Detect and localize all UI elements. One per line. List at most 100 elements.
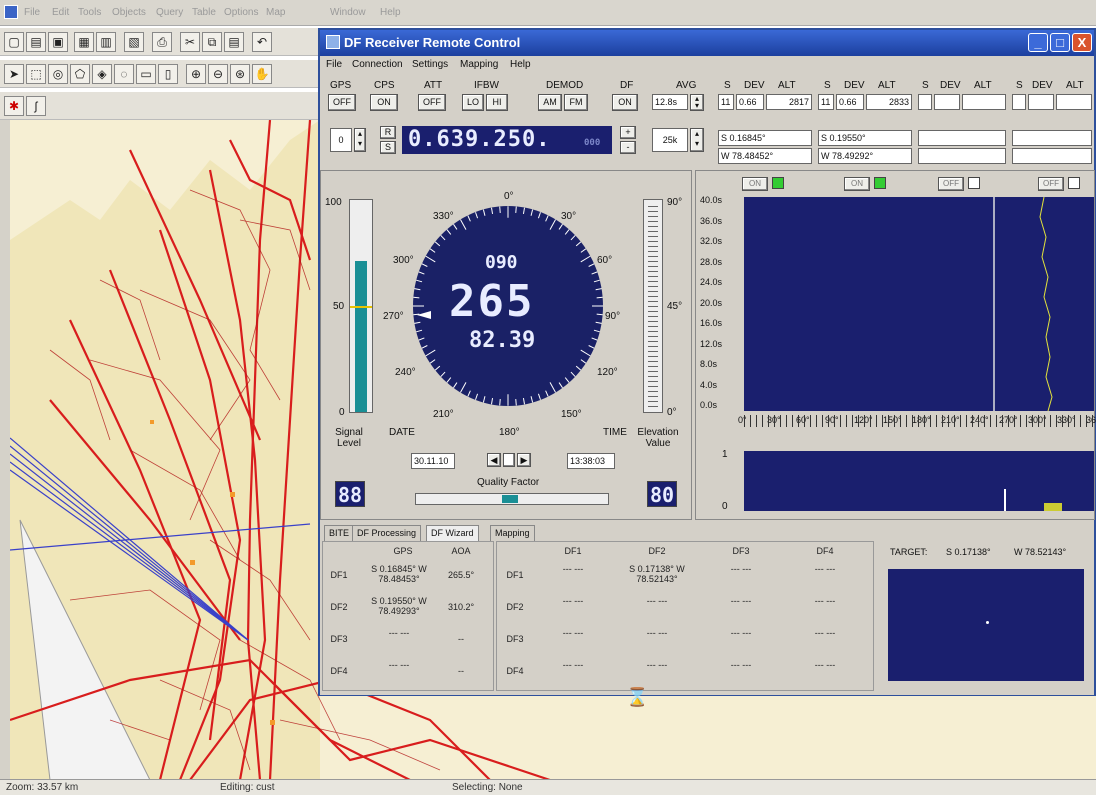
wizard-row-aoa: -- xyxy=(458,666,464,676)
df-toggle-button[interactable]: ON xyxy=(612,94,638,111)
ifbw-lo-button[interactable]: LO xyxy=(462,94,484,111)
step-field[interactable]: 25k xyxy=(652,128,688,152)
step-spinner[interactable]: ▴ ▾ xyxy=(690,128,704,152)
menu-mapping[interactable]: Mapping xyxy=(460,59,498,70)
gis-left-strip xyxy=(0,120,10,780)
target-lon: W 78.52143° xyxy=(1014,547,1067,557)
gis-menu-options[interactable]: Options xyxy=(224,7,258,18)
df-window-title: DF Receiver Remote Control xyxy=(344,35,521,50)
layout-icon[interactable]: ▧ xyxy=(124,32,144,52)
cps-toggle-button[interactable]: ON xyxy=(370,94,398,111)
ifbw-hi-button[interactable]: HI xyxy=(486,94,508,111)
elev-scale-top: 90° xyxy=(667,197,683,208)
gis-menu-objects[interactable]: Objects xyxy=(112,7,146,18)
waterfall-panel: ON ON OFF OFF 40.0s 36.0s 32.0s 28.0s 24.0s 2… xyxy=(695,170,1096,520)
target-plot[interactable] xyxy=(888,569,1084,681)
minimize-button[interactable]: _ xyxy=(1028,33,1048,52)
gis-menu-help[interactable]: Help xyxy=(380,7,401,18)
cross-cell: --- --- xyxy=(562,660,584,670)
tab-df-processing[interactable]: DF Processing xyxy=(352,525,422,541)
save-icon[interactable]: ▣ xyxy=(48,32,68,52)
tab-df-wizard[interactable]: DF Wizard xyxy=(426,525,479,541)
waterfall-plot[interactable] xyxy=(744,196,1094,412)
new-icon[interactable]: ▢ xyxy=(4,32,24,52)
menu-file[interactable]: File xyxy=(326,59,342,70)
df-titlebar[interactable]: DF Receiver Remote Control _ □ X xyxy=(320,30,1094,56)
deg-120: 120° xyxy=(597,367,618,378)
cut-icon[interactable]: ✂ xyxy=(180,32,200,52)
minus-button[interactable]: - xyxy=(620,141,636,154)
gis-menu-tools[interactable]: Tools xyxy=(78,7,101,18)
radius-icon[interactable]: ◎ xyxy=(48,64,68,84)
table-icon[interactable]: ▦ xyxy=(74,32,94,52)
avg-field[interactable]: 12.8s xyxy=(652,94,688,110)
sensor-block-1: S DEV ALT 11 0.66 2817 S 0.16845° W 78.4… xyxy=(716,78,814,166)
copy-icon[interactable]: ⧉ xyxy=(202,32,222,52)
gis-menu-window[interactable]: Window xyxy=(330,7,366,18)
select-arrow-icon[interactable]: ➤ xyxy=(4,64,24,84)
gps-toggle-button[interactable]: OFF xyxy=(328,94,356,111)
status-zoom: Zoom: 33.57 km xyxy=(6,782,79,793)
demod-am-button[interactable]: AM xyxy=(538,94,562,111)
tab-mapping[interactable]: Mapping xyxy=(490,525,535,541)
demod-fm-button[interactable]: FM xyxy=(564,94,588,111)
s-button[interactable]: S xyxy=(380,141,396,154)
avg-spinner[interactable]: ▴ ▾ xyxy=(690,94,704,111)
record-checkbox[interactable] xyxy=(503,453,515,467)
trace-3-toggle[interactable]: OFF xyxy=(938,177,964,191)
label-icon[interactable]: ▭ xyxy=(136,64,156,84)
close-button[interactable]: X xyxy=(1072,33,1092,52)
r-button[interactable]: R xyxy=(380,126,396,139)
trace-4-toggle[interactable]: OFF xyxy=(1038,177,1064,191)
compass-tick xyxy=(434,241,441,247)
menu-help[interactable]: Help xyxy=(510,59,531,70)
drawing-tool-icon[interactable]: ✱ xyxy=(4,96,24,116)
plus-button[interactable]: + xyxy=(620,126,636,139)
cross-cell: --- --- xyxy=(562,564,584,574)
marquee-icon[interactable]: ⬚ xyxy=(26,64,46,84)
compass-tick xyxy=(522,397,525,405)
graph-icon[interactable]: ◌ xyxy=(114,64,134,84)
frequency-display[interactable]: 0.639.250. 000 xyxy=(402,126,612,154)
polygon-select-icon[interactable]: ⬠ xyxy=(70,64,90,84)
menu-settings[interactable]: Settings xyxy=(412,59,448,70)
channel-spinner[interactable]: ▴ ▾ xyxy=(354,128,366,152)
boundary-icon[interactable]: ◈ xyxy=(92,64,112,84)
sensor-sat-field: 11 xyxy=(718,94,734,110)
polyline-icon[interactable]: ʃ xyxy=(26,96,46,116)
gis-menu-file[interactable]: File xyxy=(24,7,40,18)
att-toggle-button[interactable]: OFF xyxy=(418,94,446,111)
gis-menu-edit[interactable]: Edit xyxy=(52,7,69,18)
compass-tick xyxy=(491,207,494,215)
next-button[interactable]: ▶ xyxy=(517,453,531,467)
zoom-out-icon[interactable]: ⊖ xyxy=(208,64,228,84)
channel-field[interactable]: 0 xyxy=(330,128,352,152)
cross-cell: --- --- xyxy=(814,628,836,638)
zoom-in-icon[interactable]: ⊕ xyxy=(186,64,206,84)
print-icon[interactable]: ⎙ xyxy=(152,32,172,52)
undo-icon[interactable]: ↶ xyxy=(252,32,272,52)
gis-menu-table[interactable]: Table xyxy=(192,7,216,18)
trace-4-checkbox[interactable] xyxy=(1068,177,1080,189)
sensor-alt-field xyxy=(1056,94,1092,110)
open-table-icon[interactable]: ▥ xyxy=(96,32,116,52)
trace-3-checkbox[interactable] xyxy=(968,177,980,189)
trace-1-checkbox[interactable] xyxy=(772,177,784,189)
open-icon[interactable]: ▤ xyxy=(26,32,46,52)
wizard-row-gps: S 0.19550° W 78.49293° xyxy=(371,596,427,616)
previous-button[interactable]: ◀ xyxy=(487,453,501,467)
maximize-button[interactable]: □ xyxy=(1050,33,1070,52)
cross-header: DF1 xyxy=(564,546,582,556)
info-icon[interactable]: ▯ xyxy=(158,64,178,84)
frequency-unit: 000 xyxy=(584,138,601,148)
trace-1-toggle[interactable]: ON xyxy=(742,177,768,191)
grabber-icon[interactable]: ✋ xyxy=(252,64,272,84)
trace-2-toggle[interactable]: ON xyxy=(844,177,870,191)
tab-bite[interactable]: BITE xyxy=(324,525,355,541)
menu-connection[interactable]: Connection xyxy=(352,59,403,70)
change-view-icon[interactable]: ⊛ xyxy=(230,64,250,84)
paste-icon[interactable]: ▤ xyxy=(224,32,244,52)
gis-menu-map[interactable]: Map xyxy=(266,7,285,18)
gis-menu-query[interactable]: Query xyxy=(156,7,183,18)
trace-2-checkbox[interactable] xyxy=(874,177,886,189)
